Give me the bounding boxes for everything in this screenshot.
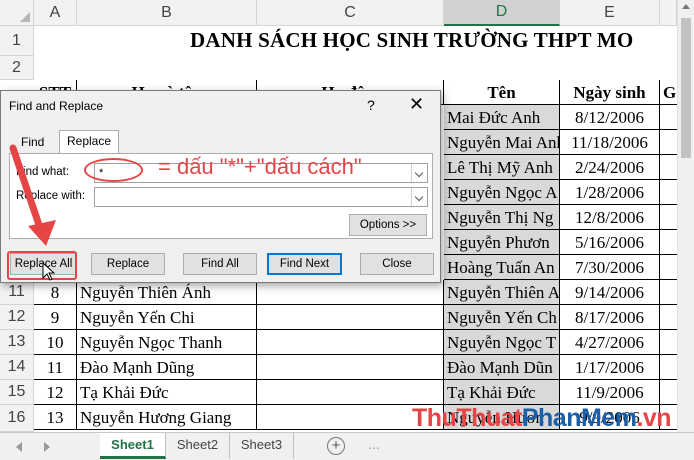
watermark-part3: .vn	[636, 404, 672, 432]
watermark-logo: ThuThuatPhanMem.vn	[412, 404, 672, 433]
watermark-part2: PhanMem	[521, 404, 637, 432]
watermark-part1: ThuThuat	[412, 404, 522, 432]
pointer-arrow-icon	[9, 144, 56, 246]
mouse-cursor-icon	[42, 262, 56, 281]
